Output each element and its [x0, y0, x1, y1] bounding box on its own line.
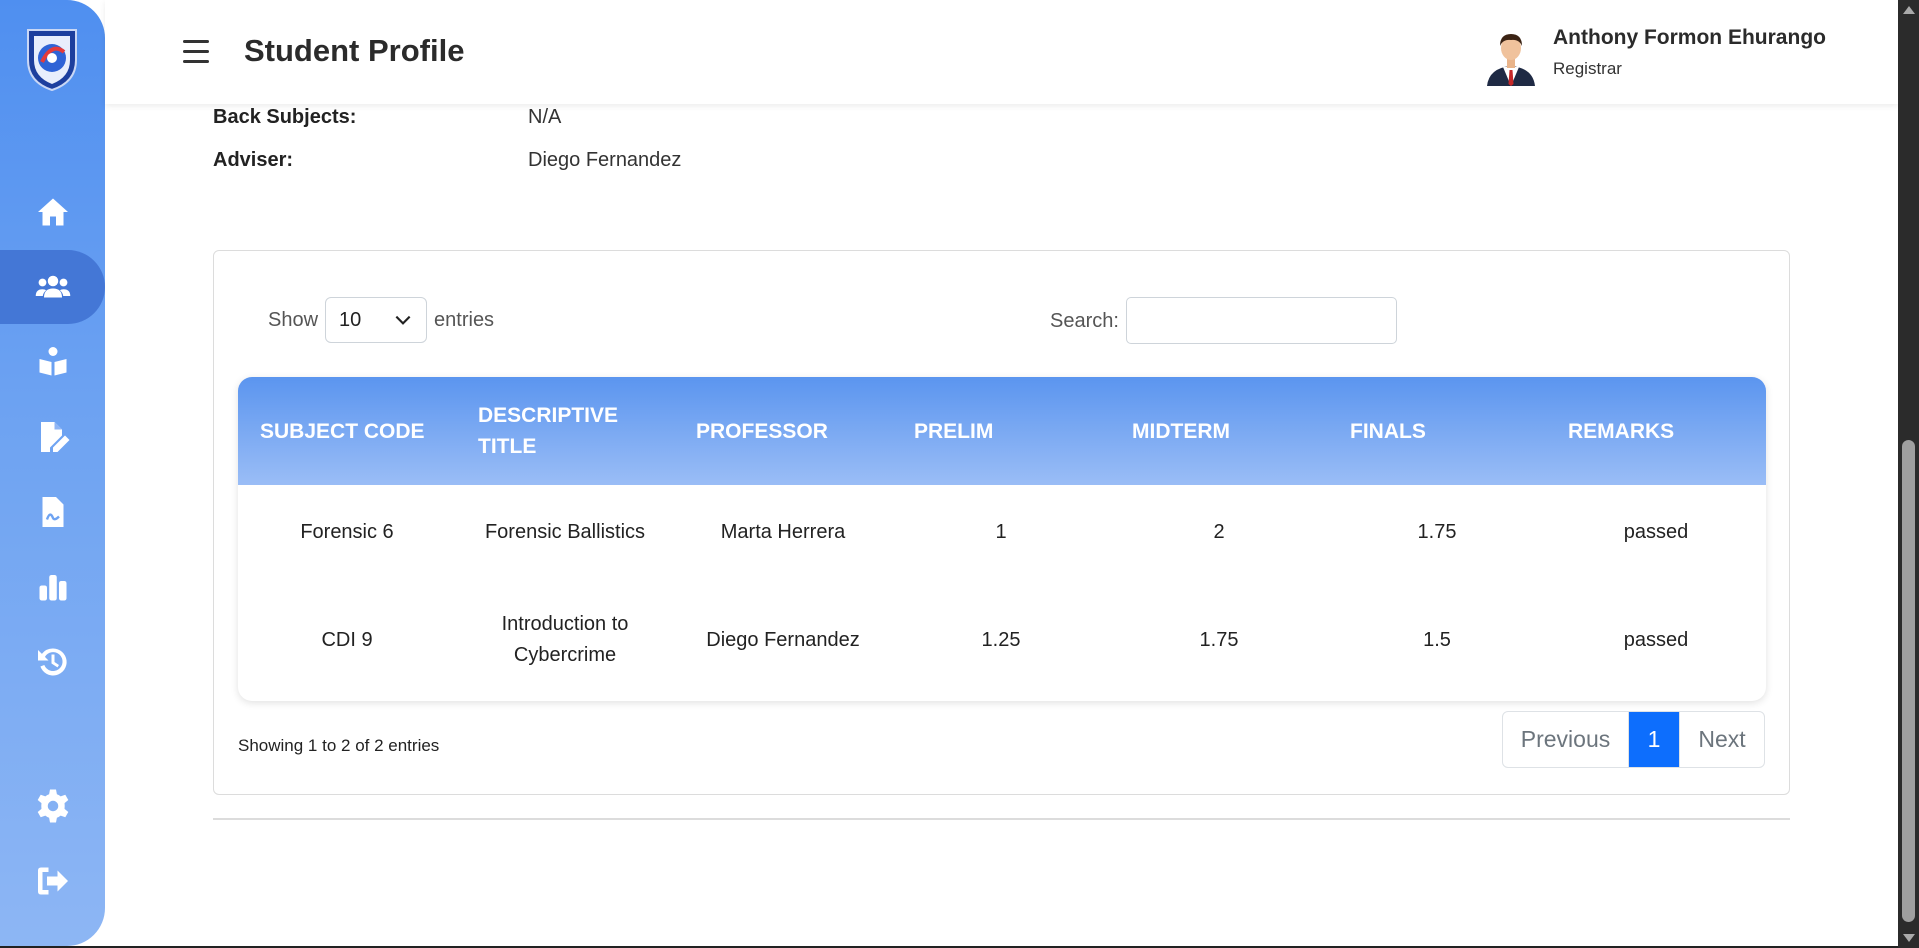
entries-length-control: Show 10 entries: [268, 297, 494, 343]
bar-chart-icon: [39, 575, 66, 601]
nav-home[interactable]: [0, 175, 105, 249]
cell-subject-code: CDI 9: [321, 628, 373, 651]
cell-finals: 1.75: [1417, 520, 1457, 543]
back-subjects-value: N/A: [528, 106, 562, 128]
nav-reports[interactable]: [0, 550, 105, 624]
history-icon: [37, 648, 67, 676]
cell-remarks: passed: [1623, 520, 1689, 543]
nav-history[interactable]: [0, 625, 105, 699]
menu-toggle-icon[interactable]: [183, 40, 209, 66]
show-label: Show: [268, 308, 319, 331]
entries-label: entries: [434, 308, 495, 331]
avatar: [1481, 26, 1541, 86]
logout-icon: [37, 867, 68, 895]
file-edit-icon: [40, 422, 69, 452]
adviser-value: Diego Fernandez: [528, 149, 682, 171]
cell-professor: Marta Herrera: [720, 520, 846, 543]
table-header-row: SUBJECT CODE DESCRIPTIVE TITLE PROFESSOR…: [238, 377, 1766, 485]
nav-grades[interactable]: [0, 400, 105, 474]
nav-records[interactable]: [0, 475, 105, 549]
nav-classes[interactable]: [0, 325, 105, 399]
grades-table: SUBJECT CODE DESCRIPTIVE TITLE PROFESSOR…: [238, 377, 1766, 701]
grades-card: Show 10 entries Search: SUBJECT CODE DES…: [213, 250, 1790, 795]
search-input[interactable]: [1126, 297, 1397, 344]
page-scrollbar[interactable]: [1898, 0, 1919, 948]
pagination: Previous 1 Next: [1502, 711, 1765, 768]
adviser-label: Adviser:: [213, 149, 294, 171]
pagination-page-1[interactable]: 1: [1629, 712, 1679, 767]
cell-professor: Diego Fernandez: [706, 628, 860, 651]
entries-select[interactable]: 10: [325, 297, 428, 343]
cell-prelim: 1: [995, 520, 1007, 543]
user-name: Anthony Formon Ehurango: [1553, 26, 1826, 49]
grades-table-container: SUBJECT CODE DESCRIPTIVE TITLE PROFESSOR…: [238, 377, 1766, 701]
table-info: Showing 1 to 2 of 2 entries: [238, 736, 440, 755]
cell-descriptive-title: Forensic Ballistics: [484, 520, 646, 543]
cell-prelim: 1.25: [981, 628, 1021, 651]
cell-subject-code: Forensic 6: [300, 520, 394, 543]
back-subjects-label: Back Subjects:: [213, 106, 357, 128]
column-header-professor[interactable]: PROFESSOR: [674, 377, 892, 485]
cell-midterm: 2: [1213, 520, 1225, 543]
table-row: Forensic 6 Forensic Ballistics Marta Her…: [238, 485, 1766, 579]
cell-finals: 1.5: [1423, 628, 1451, 651]
page: Student Profile Anthony Formon Ehurango …: [0, 0, 1898, 946]
scroll-up-arrow-icon[interactable]: [1903, 6, 1915, 14]
pagination-previous[interactable]: Previous: [1503, 712, 1629, 767]
column-header-subject-code[interactable]: SUBJECT CODE: [238, 377, 456, 485]
user-role: Registrar: [1553, 59, 1622, 78]
nav-settings[interactable]: [0, 769, 105, 843]
nav-students[interactable]: [0, 250, 105, 324]
scroll-down-arrow-icon[interactable]: [1903, 934, 1915, 942]
cell-remarks: passed: [1623, 628, 1689, 651]
gear-icon: [37, 789, 68, 823]
users-icon: [35, 275, 70, 298]
book-reader-icon: [39, 347, 66, 376]
scrollbar-thumb[interactable]: [1902, 440, 1915, 922]
cell-descriptive-title: Introduction to Cybercrime: [501, 613, 629, 666]
cell-midterm: 1.75: [1199, 628, 1239, 651]
chevron-down-icon: [395, 315, 411, 325]
column-header-midterm[interactable]: MIDTERM: [1110, 377, 1328, 485]
search-label: Search:: [1050, 310, 1119, 332]
table-row: CDI 9 Introduction to Cybercrime Diego F…: [238, 579, 1766, 701]
section-divider: [213, 818, 1790, 820]
column-header-descriptive-title[interactable]: DESCRIPTIVE TITLE: [456, 377, 674, 485]
entries-select-value: 10: [339, 308, 362, 331]
column-header-finals[interactable]: FINALS: [1328, 377, 1546, 485]
pagination-next[interactable]: Next: [1679, 712, 1764, 767]
home-icon: [37, 198, 68, 226]
sidebar: [0, 0, 105, 946]
page-title: Student Profile: [244, 33, 465, 68]
nav-logout[interactable]: [0, 844, 105, 918]
file-signature-icon: [42, 497, 63, 527]
top-header: Student Profile Anthony Formon Ehurango …: [105, 0, 1898, 104]
column-header-prelim[interactable]: PRELIM: [892, 377, 1110, 485]
school-logo: [20, 26, 84, 92]
column-header-remarks[interactable]: REMARKS: [1546, 377, 1766, 485]
